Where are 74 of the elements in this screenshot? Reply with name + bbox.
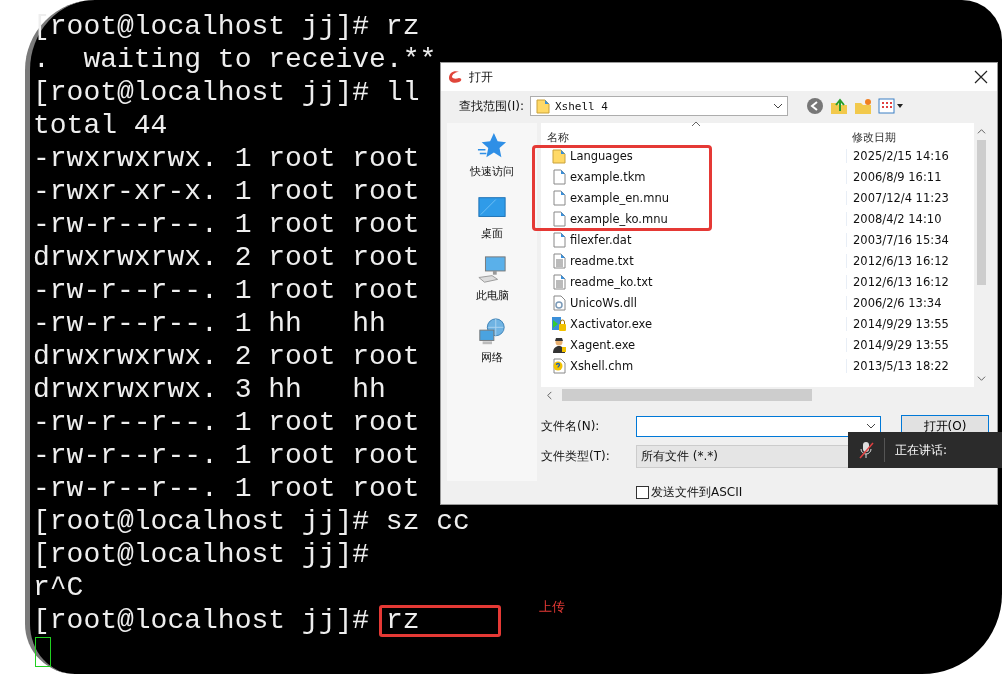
file-name[interactable]: UnicoWs.dll (570, 295, 637, 310)
file-name[interactable]: Languages (570, 148, 633, 163)
scroll-up-icon[interactable] (977, 127, 986, 136)
terminal-line: -rw-r--r--. 1 hh hh (33, 307, 386, 340)
scroll-left-icon[interactable] (545, 390, 554, 400)
file-name[interactable]: filexfer.dat (570, 232, 632, 247)
file-name[interactable]: example.tkm (570, 169, 646, 184)
file-icon (551, 210, 567, 227)
file-name-label: 文件名(N): (541, 417, 601, 435)
cursor (35, 637, 51, 667)
file-type-label: 文件类型(T): (541, 448, 611, 465)
dropdown-caret-icon (772, 102, 783, 110)
terminal-line: [root@localhost jj]# (33, 538, 370, 571)
look-in-label: 查找范围(I): (459, 97, 524, 115)
network-icon (476, 317, 508, 347)
file-name-field[interactable] (636, 415, 881, 437)
view-menu-icon[interactable] (877, 97, 904, 115)
folder-icon (534, 98, 551, 114)
terminal-line: -rw-r--r--. 1 root root (33, 439, 420, 472)
terminal-line: drwxrwxrwx. 3 hh hh (33, 373, 386, 406)
terminal-line: [root@localhost jj]# ll (33, 76, 420, 109)
terminal-line: [root@localhost jj]# (33, 604, 370, 637)
terminal-line: -rw-r--r--. 1 root root (33, 472, 420, 505)
text-file-icon (551, 273, 567, 290)
file-name[interactable]: Xshell.chm (570, 358, 634, 373)
file-icon (551, 168, 567, 185)
dialog-title: 打开 (469, 68, 494, 86)
terminal-line: -rw-r--r--. 1 root root (33, 208, 420, 241)
terminal-line: -rwxrwxrwx. 1 root root (33, 142, 420, 175)
file-name[interactable]: example_ko.mnu (570, 211, 668, 226)
terminal-line: -rw-r--r--. 1 root root (33, 274, 420, 307)
agent-icon (551, 336, 567, 353)
scroll-down-icon[interactable] (977, 374, 986, 383)
folder-icon (551, 147, 567, 164)
file-icon (551, 231, 567, 248)
new-folder-icon[interactable] (853, 97, 872, 115)
checkbox-label[interactable]: 发送文件到ASCII (651, 484, 743, 501)
computer-icon (476, 255, 508, 285)
file-name[interactable]: readme_ko.txt (570, 274, 653, 289)
file-name[interactable]: Xagent.exe (570, 337, 636, 352)
file-name[interactable]: Xactivator.exe (570, 316, 653, 331)
file-name[interactable]: readme.txt (570, 253, 634, 268)
place-item[interactable]: 桌面 (481, 226, 503, 241)
toast-text: 正在讲话: (895, 441, 948, 459)
terminal-line: -rwxr-xr-x. 1 root root (33, 175, 420, 208)
text-file-icon (551, 252, 567, 269)
checkbox[interactable] (636, 486, 649, 499)
up-folder-icon[interactable] (829, 97, 848, 115)
place-item[interactable]: 网络 (481, 350, 503, 365)
terminal-line: total 44 (33, 109, 168, 142)
terminal-line: drwxrwxrwx. 2 root root (33, 340, 420, 373)
column-header[interactable]: 修改日期 (852, 130, 896, 145)
help-file-icon (551, 357, 567, 374)
terminal-line: [root@localhost jj]# rz (33, 10, 420, 43)
terminal-line: -rw-r--r--. 1 root root (33, 406, 420, 439)
place-item[interactable]: 此电脑 (475, 288, 509, 303)
highlighted-command: rz (379, 604, 502, 637)
file-icon (551, 189, 567, 206)
annotation-label: 上传 (539, 598, 566, 616)
sort-caret-icon (691, 120, 701, 128)
lock-app-icon (551, 315, 567, 332)
terminal-line: . waiting to receive.** (33, 43, 437, 76)
column-header[interactable]: 名称 (547, 130, 569, 145)
muted-mic-icon (858, 441, 874, 459)
terminal-line: r^C (33, 571, 84, 604)
terminal-line: [root@localhost jj]# sz cc (33, 505, 470, 538)
dropdown-caret-icon (866, 422, 876, 430)
look-in-dropdown[interactable]: Xshell 4 (529, 96, 788, 116)
file-name[interactable]: example_en.mnu (570, 190, 670, 205)
app-logo-icon (447, 69, 463, 85)
terminal-line: drwxrwxrwx. 2 root root (33, 241, 420, 274)
back-icon[interactable] (805, 97, 824, 115)
place-item[interactable]: 快速访问 (470, 164, 514, 179)
gear-file-icon (551, 294, 567, 311)
